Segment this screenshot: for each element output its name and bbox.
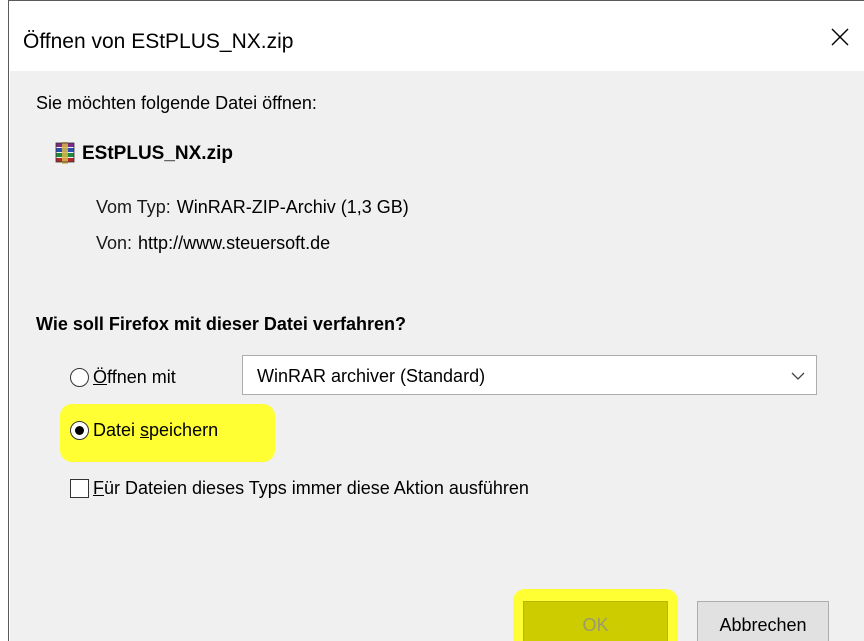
save-file-radio[interactable]: Datei speichern [70,420,218,441]
chevron-down-icon [791,372,805,380]
background-window-edge-left [0,0,9,641]
open-with-label: Öffnen mit [93,367,176,387]
open-with-radio[interactable]: Öffnen mit [70,367,176,388]
application-select-value: WinRAR archiver (Standard) [257,366,486,386]
dialog-body: Sie möchten folgende Datei öffnen: EStPL… [10,71,864,641]
ok-button[interactable]: OK [523,601,668,641]
download-dialog: Öffnen von EStPLUS_NX.zip Sie möchten fo… [10,1,864,641]
application-select[interactable]: WinRAR archiver (Standard) [242,355,817,395]
always-do-checkbox-row[interactable]: Für Dateien dieses Typs immer diese Akti… [70,478,529,499]
file-name: EStPLUS_NX.zip [82,143,233,164]
save-file-label: Datei speichern [93,420,219,440]
close-button[interactable] [816,17,864,57]
file-source-label: Von: [96,233,133,253]
always-do-label: Für Dateien dieses Typs immer diese Akti… [93,478,529,498]
always-do-checkbox[interactable] [70,479,89,498]
radio-button-selected[interactable] [70,421,89,440]
close-icon [831,28,849,46]
winrar-archive-icon [55,142,75,164]
file-type-row: Vom Typ: WinRAR-ZIP-Archiv (1,3 GB) [96,197,409,218]
action-question: Wie soll Firefox mit dieser Datei verfah… [36,314,406,334]
title-bar[interactable]: Öffnen von EStPLUS_NX.zip [10,1,864,71]
open-prompt: Sie möchten folgende Datei öffnen: [36,93,317,113]
cancel-button[interactable]: Abbrechen [697,601,829,641]
file-source-value: http://www.steuersoft.de [138,233,331,253]
radio-button-unselected[interactable] [70,368,89,387]
file-type-value: WinRAR-ZIP-Archiv (1,3 GB) [176,197,409,217]
file-type-label: Vom Typ: [96,197,171,217]
file-source-row: Von: http://www.steuersoft.de [96,233,330,254]
dialog-title: Öffnen von EStPLUS_NX.zip [23,30,294,53]
